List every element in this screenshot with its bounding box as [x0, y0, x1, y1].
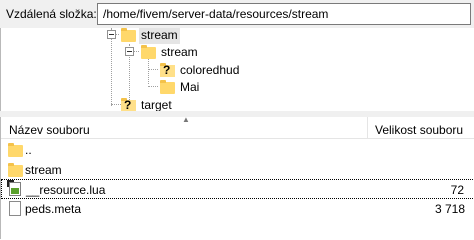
tree-guide-line: [148, 86, 158, 87]
remote-path-bar: Vzdálená složka: /home/fivem/server-data…: [0, 0, 474, 28]
unknown-folder-icon: ?: [121, 98, 136, 111]
file-size: 72: [450, 183, 464, 197]
column-header-name[interactable]: Název souboru: [9, 123, 90, 137]
remote-path-label: Vzdálená složka:: [6, 7, 97, 21]
sort-ascending-icon: ▲: [182, 115, 190, 124]
file-row-parent[interactable]: ..: [1, 140, 474, 160]
file-name: ..: [25, 143, 32, 157]
collapse-toggle-icon[interactable]: [107, 30, 116, 39]
remote-path-input[interactable]: /home/fivem/server-data/resources/stream: [97, 3, 471, 25]
tree-node-label: stream: [161, 45, 198, 59]
unknown-folder-icon: ?: [160, 63, 175, 77]
collapse-toggle-icon[interactable]: [125, 47, 134, 56]
file-name: peds.meta: [25, 202, 82, 216]
tree-guide-line: [111, 104, 121, 105]
file-list: ▲ Název souboru Velikost souboru .. stre…: [0, 115, 474, 239]
file-name: __resource.lua: [26, 183, 106, 197]
folder-icon: [8, 143, 23, 157]
file-row-stream[interactable]: stream: [1, 160, 474, 180]
file-row-peds-meta[interactable]: peds.meta 3 718: [1, 199, 474, 219]
file-list-header: ▲ Název souboru Velikost souboru: [1, 115, 474, 139]
folder-icon: [160, 80, 175, 94]
folder-icon: [141, 45, 156, 59]
column-divider[interactable]: [367, 117, 368, 139]
tree-node-label: stream: [139, 28, 180, 44]
tree-guide-line: [111, 28, 112, 106]
tree-node-label: coloredhud: [180, 63, 240, 77]
file-icon: [9, 201, 21, 216]
tree-node-label: target: [141, 98, 172, 111]
tree-guide-line: [148, 69, 158, 70]
column-header-size[interactable]: Velikost souboru: [375, 123, 463, 137]
file-row-resource-lua[interactable]: __resource.lua 72: [1, 179, 474, 199]
folder-icon: [8, 163, 23, 177]
file-size: 3 718: [434, 202, 465, 216]
folder-icon: [121, 28, 136, 42]
directory-tree: stream stream ? coloredhud Mai ? target: [0, 28, 474, 111]
lua-file-icon: [7, 180, 21, 196]
file-name: stream: [25, 163, 62, 177]
tree-node-label: Mai: [180, 80, 200, 94]
